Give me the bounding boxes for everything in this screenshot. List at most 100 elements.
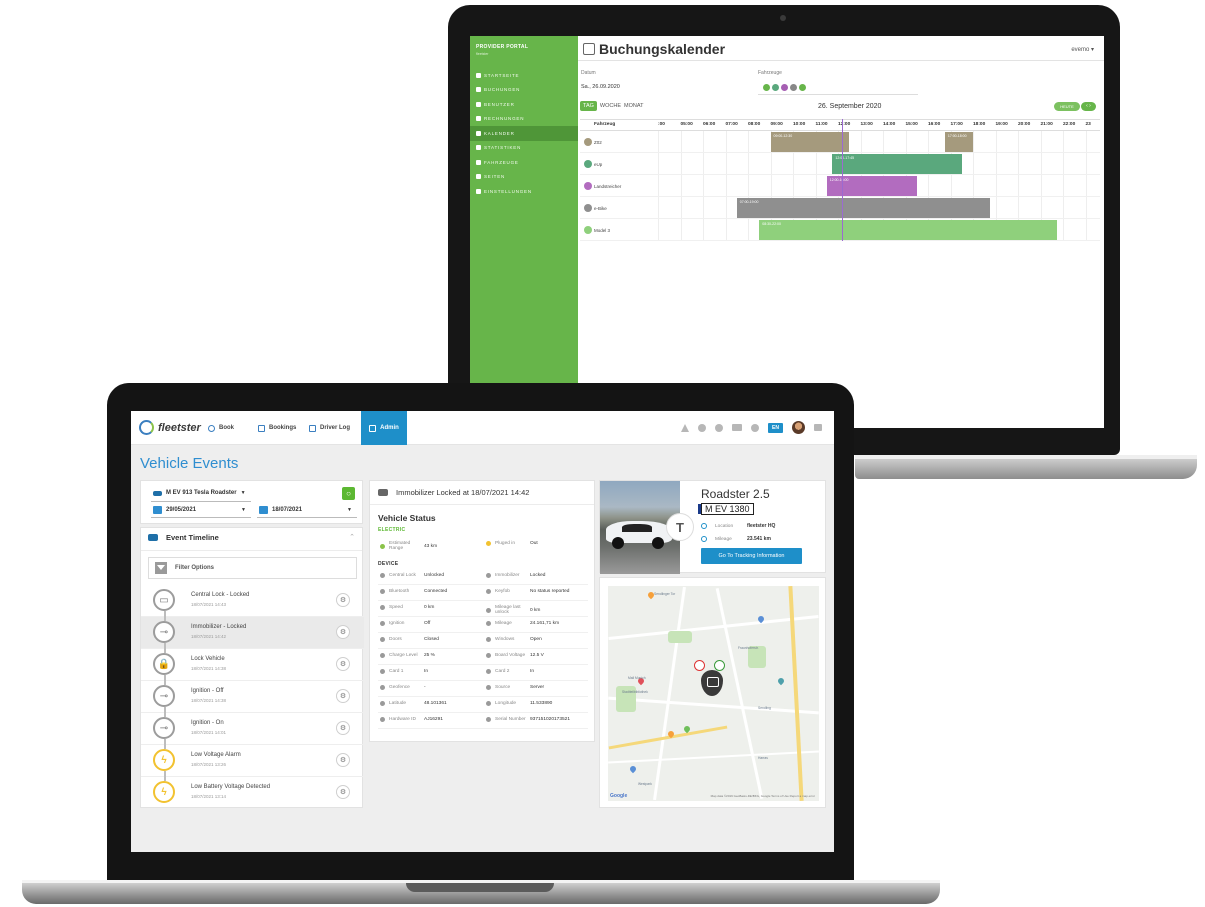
nav-book[interactable]: Book	[208, 411, 234, 445]
event-date: 18/07/2021 14:42	[191, 634, 227, 639]
date-field[interactable]: Sa., 26.09.2020	[581, 84, 620, 90]
date-to-field[interactable]: 18/07/2021	[259, 506, 302, 514]
nav-bullet-icon	[476, 87, 481, 93]
nav-bullet-icon	[476, 116, 481, 122]
booking-bar[interactable]: 12:00-17:45	[832, 154, 962, 174]
gear-icon[interactable]: ⚙	[336, 657, 350, 671]
gear-icon[interactable]: ⚙	[336, 689, 350, 703]
car-icon	[148, 534, 158, 541]
tracking-info-button[interactable]: Go To Tracking Information	[701, 548, 802, 564]
user-menu[interactable]: evemo ▾	[1071, 46, 1094, 53]
booking-bar[interactable]: 07:00-19:00	[736, 198, 990, 218]
status-icon	[380, 573, 385, 578]
status-icon	[486, 573, 491, 578]
event-detail-header: Immobilizer Locked at 18/07/2021 14:42	[378, 488, 529, 497]
vehicle-label[interactable]: Model 3	[584, 226, 610, 234]
gear-icon[interactable]: ⚙	[336, 753, 350, 767]
view-week-button[interactable]: WOCHE	[600, 103, 621, 109]
lock-status-icon	[694, 660, 705, 671]
event-item[interactable]: ⊸ Immobilizer - Locked 18/07/2021 14:42 ⚙	[141, 617, 364, 649]
status-field: Estimated Range 43 km	[380, 541, 437, 551]
calendar-icon	[153, 506, 162, 514]
nav-admin[interactable]: Admin	[361, 411, 407, 445]
status-icon	[486, 637, 491, 642]
vehicle-label[interactable]: Landstreicher	[584, 182, 621, 190]
portal-nav-item-kalender[interactable]: KALENDER	[470, 126, 578, 141]
status-icon	[380, 701, 385, 706]
vehicle-label[interactable]: eUp	[584, 160, 602, 168]
event-item[interactable]: ϟ Low Battery Voltage Detected 18/07/2021 …	[141, 777, 364, 809]
gear-icon[interactable]: ⚙	[336, 785, 350, 799]
vehicle-map-marker[interactable]	[701, 670, 723, 696]
status-icon	[486, 607, 491, 613]
event-item[interactable]: ⊸ Ignition - Off 18/07/2021 14:38 ⚙	[141, 681, 364, 713]
warning-icon[interactable]	[681, 423, 690, 432]
map-label: Westpark	[638, 782, 652, 786]
status-field: Charge Level 25 %	[380, 653, 435, 658]
portal-nav-item-buchungen[interactable]: BUCHUNGEN	[470, 83, 578, 98]
bell-icon[interactable]	[715, 423, 724, 432]
vehicle-label[interactable]: Z02	[584, 138, 602, 146]
hour-label: 14:00	[883, 122, 896, 127]
portal-nav-item-fahrzeuge[interactable]: FAHRZEUGE	[470, 155, 578, 170]
vehicle-label[interactable]: e-Bike	[584, 204, 607, 212]
event-item[interactable]: ▭ Central Lock - Locked 18/07/2021 14:43 ⚙	[141, 585, 364, 617]
filter-options-button[interactable]: Filter Options	[148, 557, 357, 579]
key-icon: ⊸	[153, 685, 175, 707]
info-icon[interactable]	[698, 423, 707, 432]
map-label: Mall Munich	[628, 676, 646, 680]
portal-nav-item-seiten[interactable]: SEITEN	[470, 170, 578, 185]
status-icon	[486, 701, 491, 706]
prev-next-buttons[interactable]: ‹ ›	[1081, 102, 1096, 111]
event-date: 18/07/2021 14:38	[191, 666, 227, 671]
mail-icon[interactable]	[732, 424, 743, 431]
booking-bar[interactable]: 09:00-12:30	[770, 132, 850, 152]
event-title: Ignition - On	[191, 720, 224, 726]
refresh-button[interactable]: ○	[342, 487, 355, 500]
portal-nav-item-statistiken[interactable]: STATISTIKEN	[470, 141, 578, 156]
lightning-icon: ϟ	[153, 749, 175, 771]
location-row: Location fleetster HQ	[701, 523, 775, 529]
event-item[interactable]: ⊸ Ignition - On 18/07/2021 14:01 ⚙	[141, 713, 364, 745]
map-card: Mall Munich Stadtteilbibliothek Sendling…	[599, 577, 826, 808]
vehicle-filter-chips[interactable]	[763, 84, 806, 91]
map-attribution[interactable]: Map data ©2019 GeoBasis-DE/BKG, Google T…	[711, 794, 815, 798]
current-date: 26. September 2020	[818, 103, 882, 110]
portal-nav-item-benutzer[interactable]: BENUTZER	[470, 97, 578, 112]
hour-label: 20:00	[1018, 122, 1031, 127]
event-title: Low Battery Voltage Detected	[191, 784, 271, 790]
booking-bar[interactable]: 17:00-18:00	[944, 132, 973, 152]
portal-nav-item-einstellungen[interactable]: EINSTELLUNGEN	[470, 184, 578, 199]
avatar[interactable]	[792, 421, 805, 434]
gear-icon[interactable]: ⚙	[336, 625, 350, 639]
event-date: 18/07/2021 13:14	[191, 794, 227, 799]
date-from-dropdown[interactable]: ▼	[237, 507, 246, 513]
date-to-dropdown[interactable]: ▼	[343, 507, 352, 513]
event-item[interactable]: ϟ Low Voltage Alarm 18/07/2021 13:26 ⚙	[141, 745, 364, 777]
view-day-button[interactable]: TAG	[580, 101, 597, 111]
fleetster-logo[interactable]: fleetster	[139, 420, 201, 435]
language-button[interactable]: EN	[768, 422, 783, 433]
nav-driver-log[interactable]: Driver Log	[309, 411, 350, 445]
map[interactable]: Mall Munich Stadtteilbibliothek Sendling…	[608, 586, 819, 801]
gear-icon[interactable]: ⚙	[336, 721, 350, 735]
globe-icon[interactable]	[751, 423, 760, 432]
grid-header-vehicle: Fahrzeug	[594, 122, 616, 127]
portal-nav-item-rechnungen[interactable]: RECHNUNGEN	[470, 112, 578, 127]
nav-bookings[interactable]: Bookings	[258, 411, 296, 445]
date-from-field[interactable]: 29/05/2021	[153, 506, 196, 514]
vehicle-card: T Roadster 2.5 M EV 1380 Location fleetst…	[599, 480, 826, 574]
view-month-button[interactable]: MONAT	[624, 103, 643, 109]
key-icon: ⊸	[153, 621, 175, 643]
calendar-grid: Fahrzeug :00 05:00 06:00 07:00 08:00 09:00 10:…	[580, 119, 1100, 241]
today-button[interactable]: HEUTE	[1054, 102, 1080, 111]
booking-bar[interactable]: 12:00-16:00	[826, 176, 917, 196]
collapse-icon[interactable]: ⌃	[349, 533, 355, 541]
logout-icon[interactable]	[814, 424, 822, 431]
portal-nav-item-startseite[interactable]: STARTSEITE	[470, 68, 578, 83]
calendar-icon	[583, 43, 595, 55]
gear-icon[interactable]: ⚙	[336, 593, 350, 607]
event-item[interactable]: 🔒 Lock Vehicle 18/07/2021 14:38 ⚙	[141, 649, 364, 681]
booking-bar[interactable]: 08:30-22:00	[759, 220, 1058, 240]
vehicle-select[interactable]: M EV 913 Tesla Roadster ▼	[153, 490, 246, 496]
